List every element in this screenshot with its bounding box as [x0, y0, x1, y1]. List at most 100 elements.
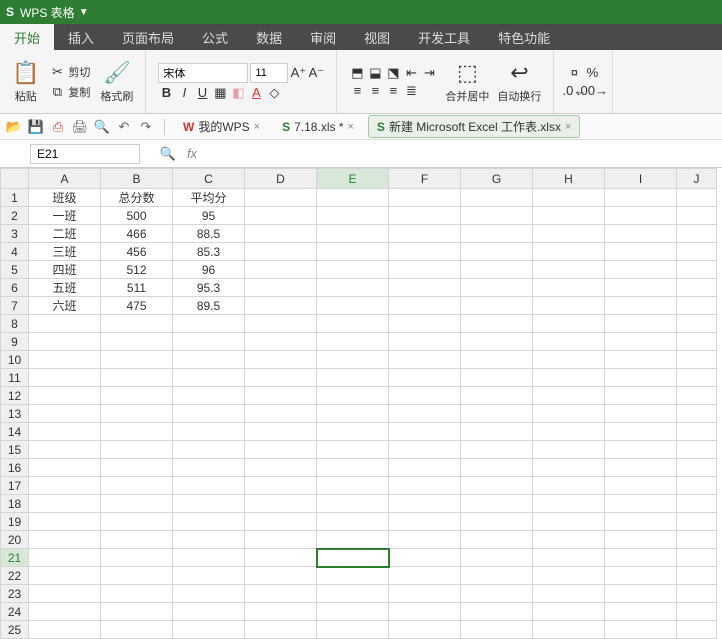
row-header-20[interactable]: 20 — [1, 531, 29, 549]
cell-G13[interactable] — [461, 405, 533, 423]
cell-J11[interactable] — [677, 369, 717, 387]
cell-D5[interactable] — [245, 261, 317, 279]
cell-B4[interactable]: 456 — [101, 243, 173, 261]
cell-C24[interactable] — [173, 603, 245, 621]
close-icon[interactable]: × — [254, 121, 260, 133]
bold-icon[interactable]: B — [158, 85, 174, 101]
cell-B17[interactable] — [101, 477, 173, 495]
row-header-7[interactable]: 7 — [1, 297, 29, 315]
col-header-C[interactable]: C — [173, 169, 245, 189]
cell-A7[interactable]: 六班 — [29, 297, 101, 315]
cell-B2[interactable]: 500 — [101, 207, 173, 225]
cell-A25[interactable] — [29, 621, 101, 639]
cell-H17[interactable] — [533, 477, 605, 495]
cell-A12[interactable] — [29, 387, 101, 405]
export-pdf-icon[interactable]: ⎙ — [50, 119, 66, 135]
cell-G12[interactable] — [461, 387, 533, 405]
undo-icon[interactable]: ↶ — [116, 119, 132, 135]
row-header-9[interactable]: 9 — [1, 333, 29, 351]
cell-A22[interactable] — [29, 567, 101, 585]
cell-C3[interactable]: 88.5 — [173, 225, 245, 243]
cell-H23[interactable] — [533, 585, 605, 603]
col-header-J[interactable]: J — [677, 169, 717, 189]
cell-D7[interactable] — [245, 297, 317, 315]
close-icon[interactable]: × — [347, 121, 353, 133]
cell-I23[interactable] — [605, 585, 677, 603]
font-size-combo[interactable] — [250, 63, 288, 83]
cell-F19[interactable] — [389, 513, 461, 531]
cell-B6[interactable]: 511 — [101, 279, 173, 297]
row-header-24[interactable]: 24 — [1, 603, 29, 621]
cell-E10[interactable] — [317, 351, 389, 369]
indent-increase-icon[interactable]: ⇥ — [421, 65, 437, 81]
italic-icon[interactable]: I — [176, 85, 192, 101]
cell-H15[interactable] — [533, 441, 605, 459]
cell-F21[interactable] — [389, 549, 461, 567]
cell-F4[interactable] — [389, 243, 461, 261]
cell-H19[interactable] — [533, 513, 605, 531]
cell-G16[interactable] — [461, 459, 533, 477]
cell-I18[interactable] — [605, 495, 677, 513]
cell-B18[interactable] — [101, 495, 173, 513]
cell-B25[interactable] — [101, 621, 173, 639]
row-header-10[interactable]: 10 — [1, 351, 29, 369]
cell-D9[interactable] — [245, 333, 317, 351]
cell-C6[interactable]: 95.3 — [173, 279, 245, 297]
cell-C11[interactable] — [173, 369, 245, 387]
row-header-2[interactable]: 2 — [1, 207, 29, 225]
cell-J21[interactable] — [677, 549, 717, 567]
cell-C1[interactable]: 平均分 — [173, 189, 245, 207]
cell-E11[interactable] — [317, 369, 389, 387]
cell-C21[interactable] — [173, 549, 245, 567]
cell-C4[interactable]: 85.3 — [173, 243, 245, 261]
cell-J22[interactable] — [677, 567, 717, 585]
cell-F6[interactable] — [389, 279, 461, 297]
cell-A10[interactable] — [29, 351, 101, 369]
cell-G11[interactable] — [461, 369, 533, 387]
cell-E6[interactable] — [317, 279, 389, 297]
cell-G18[interactable] — [461, 495, 533, 513]
cell-I20[interactable] — [605, 531, 677, 549]
cell-B24[interactable] — [101, 603, 173, 621]
cell-J23[interactable] — [677, 585, 717, 603]
cell-D15[interactable] — [245, 441, 317, 459]
cell-J3[interactable] — [677, 225, 717, 243]
cell-G4[interactable] — [461, 243, 533, 261]
cell-B7[interactable]: 475 — [101, 297, 173, 315]
cell-G2[interactable] — [461, 207, 533, 225]
col-header-D[interactable]: D — [245, 169, 317, 189]
cell-I12[interactable] — [605, 387, 677, 405]
fill-color-icon[interactable]: ◧ — [230, 85, 246, 101]
cell-A3[interactable]: 二班 — [29, 225, 101, 243]
cell-H11[interactable] — [533, 369, 605, 387]
cell-I6[interactable] — [605, 279, 677, 297]
cell-J1[interactable] — [677, 189, 717, 207]
cell-I22[interactable] — [605, 567, 677, 585]
row-header-11[interactable]: 11 — [1, 369, 29, 387]
cell-B1[interactable]: 总分数 — [101, 189, 173, 207]
cell-F22[interactable] — [389, 567, 461, 585]
cell-C13[interactable] — [173, 405, 245, 423]
cell-H25[interactable] — [533, 621, 605, 639]
cell-D10[interactable] — [245, 351, 317, 369]
cell-J14[interactable] — [677, 423, 717, 441]
cell-A24[interactable] — [29, 603, 101, 621]
col-header-H[interactable]: H — [533, 169, 605, 189]
cell-H7[interactable] — [533, 297, 605, 315]
cell-G10[interactable] — [461, 351, 533, 369]
cell-D20[interactable] — [245, 531, 317, 549]
row-header-19[interactable]: 19 — [1, 513, 29, 531]
cell-D18[interactable] — [245, 495, 317, 513]
select-all-corner[interactable] — [1, 169, 29, 189]
cell-J24[interactable] — [677, 603, 717, 621]
cell-H2[interactable] — [533, 207, 605, 225]
cell-I7[interactable] — [605, 297, 677, 315]
close-icon[interactable]: × — [565, 121, 571, 133]
row-header-1[interactable]: 1 — [1, 189, 29, 207]
cell-A14[interactable] — [29, 423, 101, 441]
cell-E3[interactable] — [317, 225, 389, 243]
row-header-14[interactable]: 14 — [1, 423, 29, 441]
cell-A21[interactable] — [29, 549, 101, 567]
cell-I11[interactable] — [605, 369, 677, 387]
cell-I5[interactable] — [605, 261, 677, 279]
